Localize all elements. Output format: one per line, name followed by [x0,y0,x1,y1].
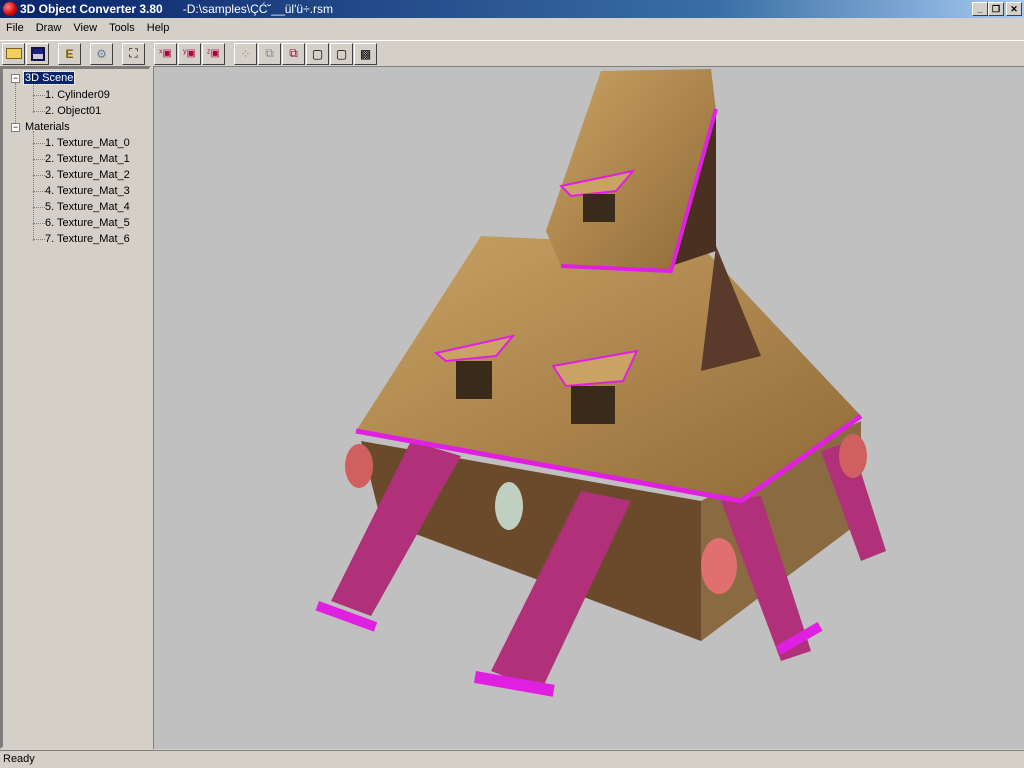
tree-item-cylinder09[interactable]: 1. Cylinder09 [45,87,110,103]
tree-node-3d-scene[interactable]: 3D Scene [22,71,76,85]
lantern [839,434,867,478]
file-title: -D:\samples\ÇĆ˘__ül'ü÷.rsm [182,2,333,16]
scene-tree[interactable]: − 3D Scene 1. Cylinder09 2. Object01 − M… [0,66,151,749]
collapse-materials-icon[interactable]: − [11,123,20,132]
save-button[interactable] [26,42,49,65]
tree-item-material[interactable]: 3. Texture_Mat_2 [45,167,130,183]
status-bar: Ready [0,750,1024,768]
wireframe-view-button[interactable]: ⧉ [258,42,281,65]
textured-view-icon: ▩ [359,46,372,61]
status-text: Ready [3,753,35,765]
tree-item-material[interactable]: 2. Texture_Mat_1 [45,151,130,167]
rotate-y-icon: ʸ▣ [183,48,196,59]
menu-bar: File Draw View Tools Help [0,18,1024,38]
minimize-button[interactable]: _ [972,2,988,16]
rotate-y-button[interactable]: ʸ▣ [178,42,201,65]
rotate-z-button[interactable]: ᶻ▣ [202,42,225,65]
menu-draw[interactable]: Draw [30,22,68,34]
menu-help[interactable]: Help [141,22,176,34]
smooth-view-icon: ▢ [335,46,348,61]
menu-view[interactable]: View [67,22,103,34]
zoom-extents-button[interactable]: ⛶ [122,42,145,65]
flat-view-button[interactable]: ▢ [306,42,329,65]
flat-view-icon: ▢ [311,46,324,61]
edges-view-button[interactable]: ⧉ [282,42,305,65]
title-bar: 3D Object Converter 3.80 -D:\samples\ÇĆ˘… [0,0,1024,18]
house-model [315,69,886,697]
tree-item-material[interactable]: 4. Texture_Mat_3 [45,183,130,199]
collapse-scene-icon[interactable]: − [11,74,20,83]
wireframe-view-icon: ⧉ [265,46,274,60]
rotate-z-icon: ᶻ▣ [206,48,221,59]
lantern [495,482,523,530]
close-button[interactable]: ✕ [1006,2,1022,16]
tree-item-material[interactable]: 1. Texture_Mat_0 [45,135,130,151]
rotate-x-icon: ˣ▣ [159,48,172,59]
lantern [345,444,373,488]
lantern [701,538,737,594]
3d-viewport[interactable] [153,66,1024,749]
tree-button[interactable]: E [58,42,81,65]
zoom-extents-icon: ⛶ [129,46,138,60]
settings-button[interactable]: ⚙ [90,42,113,65]
points-view-icon: ⁘ [240,46,251,61]
app-logo-icon [3,2,17,16]
tree-item-material[interactable]: 6. Texture_Mat_5 [45,215,130,231]
settings-gear-icon: ⚙ [96,46,107,61]
tree-item-material[interactable]: 5. Texture_Mat_4 [45,199,130,215]
tree-item-material[interactable]: 7. Texture_Mat_6 [45,231,130,247]
app-title: 3D Object Converter 3.80 [20,2,163,16]
textured-view-button[interactable]: ▩ [354,42,377,65]
rotate-x-button[interactable]: ˣ▣ [154,42,177,65]
menu-file[interactable]: File [0,22,30,34]
edges-view-icon: ⧉ [289,46,298,60]
smooth-view-button[interactable]: ▢ [330,42,353,65]
tree-node-materials[interactable]: Materials [25,119,70,135]
points-view-button[interactable]: ⁘ [234,42,257,65]
maximize-button[interactable]: ❐ [988,2,1004,16]
open-icon [5,48,22,59]
open-button[interactable] [2,42,25,65]
save-icon [30,46,45,61]
menu-tools[interactable]: Tools [103,22,141,34]
tree-item-object01[interactable]: 2. Object01 [45,103,101,119]
toolbar: E ⚙ ⛶ ˣ▣ ʸ▣ ᶻ▣ ⁘ ⧉ ⧉ ▢ ▢ ▩ [0,40,1024,66]
tree-icon: E [65,46,74,61]
